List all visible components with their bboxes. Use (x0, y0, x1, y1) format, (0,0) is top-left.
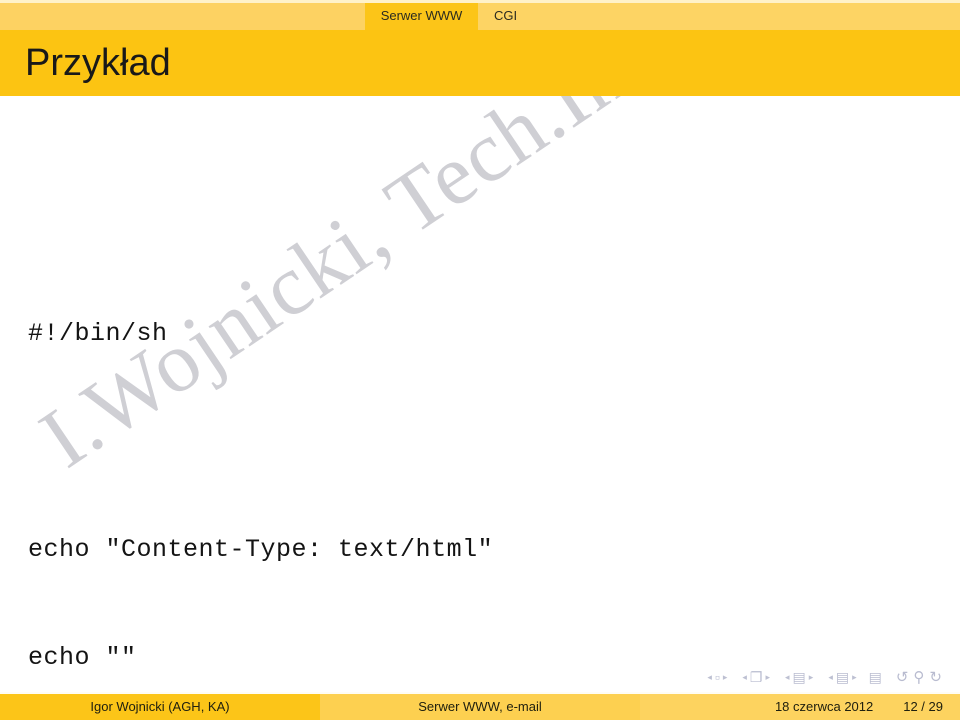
code-line: #!/bin/sh (28, 319, 168, 348)
frame-icon[interactable]: ❐ (750, 670, 763, 684)
forward-icon[interactable]: ↻ (929, 668, 942, 686)
slide-next-icon[interactable]: ▸ (723, 672, 728, 683)
nav-item-cgi[interactable]: CGI (478, 0, 548, 30)
nav-spacer-right (548, 0, 960, 30)
nav-item-serwer-www[interactable]: Serwer WWW (365, 0, 478, 30)
nav-item-serwer-www-label: Serwer WWW (380, 7, 463, 23)
beamer-navigation-symbols: ◂ ▫ ▸ ◂ ❐ ▸ ◂ ▤ ▸ ◂ ▤ ▸ ▤ ↺ ⚲ ↻ (0, 666, 960, 688)
frame-navigation-group: ◂ ❐ ▸ (739, 670, 773, 684)
subsection-next-icon[interactable]: ▸ (809, 672, 814, 683)
section-icon[interactable]: ▤ (836, 670, 849, 684)
slide-prev-icon[interactable]: ◂ (707, 672, 712, 683)
code-line: echo "Content-Type: text/html" (28, 535, 494, 564)
code-line: echo "" (28, 643, 137, 669)
section-next-icon[interactable]: ▸ (852, 672, 857, 683)
footer-author-section: Igor Wojnicki (AGH, KA) (0, 692, 320, 720)
footer-date-label: 18 czerwca 2012 (774, 698, 874, 714)
title-bar: Przykład (0, 30, 960, 96)
nav-spacer-left (0, 0, 365, 30)
footer-author-label: Igor Wojnicki (AGH, KA) (90, 698, 230, 714)
code-block: #!/bin/sh echo "Content-Type: text/html"… (28, 244, 493, 669)
subsection-navigation-group: ◂ ▤ ▸ (782, 670, 816, 684)
page-title: Przykład (25, 42, 171, 84)
footer-subject-label: Serwer WWW, e-mail (418, 698, 542, 714)
footer-page-number: 12 / 29 (903, 698, 943, 714)
frame-next-icon[interactable]: ▸ (765, 672, 770, 683)
history-navigation-group: ↺ ⚲ ↻ (891, 668, 942, 686)
section-navigation-group: ◂ ▤ ▸ (825, 670, 859, 684)
footer-meta-section: 18 czerwca 2012 12 / 29 (640, 692, 960, 720)
presentation-slide: Serwer WWW CGI Przykład I.Wojnicki, Tech… (0, 0, 960, 720)
back-icon[interactable]: ↺ (896, 668, 909, 686)
frame-prev-icon[interactable]: ◂ (742, 672, 747, 683)
section-prev-icon[interactable]: ◂ (828, 672, 833, 683)
slide-content-area: I.Wojnicki, Tech.Inter. #!/bin/sh echo "… (0, 96, 960, 669)
document-navigation-group: ▤ (869, 670, 882, 684)
subsection-prev-icon[interactable]: ◂ (785, 672, 790, 683)
search-icon[interactable]: ⚲ (913, 668, 924, 686)
subsection-icon[interactable]: ▤ (793, 670, 806, 684)
nav-item-cgi-label: CGI (494, 7, 518, 23)
headline-navigation-bar: Serwer WWW CGI (0, 0, 960, 30)
footer-subject-section: Serwer WWW, e-mail (320, 692, 640, 720)
footer-bar: Igor Wojnicki (AGH, KA) Serwer WWW, e-ma… (0, 692, 960, 720)
slide-navigation-group: ◂ ▫ ▸ (704, 670, 730, 684)
slide-icon[interactable]: ▫ (715, 670, 720, 684)
document-icon[interactable]: ▤ (869, 670, 882, 684)
